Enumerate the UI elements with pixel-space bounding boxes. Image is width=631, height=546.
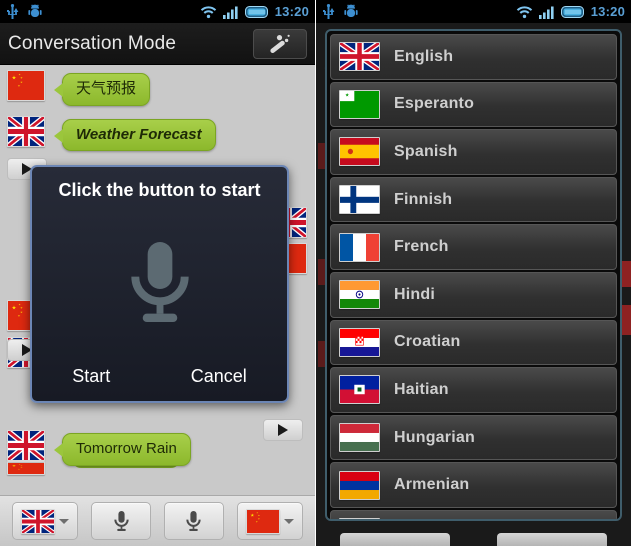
language-name: Hungarian [394,428,475,446]
background-bottom-bar [316,524,631,546]
language-name: Croatian [394,333,461,351]
status-bar-clock: 13:20 [274,4,309,19]
flag-gb [7,430,45,461]
message-bubble[interactable]: Weather Forecast [54,118,216,151]
flag-in [339,280,380,310]
microphone-icon [114,511,129,532]
start-button[interactable]: Start [72,366,110,387]
play-icon [278,424,288,436]
status-bar-left: 13:20 [0,0,315,23]
source-language-spinner[interactable] [12,502,79,540]
dialog-title: Click the button to start [58,180,261,200]
background-flag-sliver [621,305,631,335]
language-list[interactable]: English Esperanto Spanish Finnish French… [330,34,617,519]
chevron-down-icon [59,518,70,524]
language-list-item[interactable]: Esperanto [330,81,617,128]
bottom-tab[interactable] [497,533,608,546]
dialog-actions: Start Cancel [32,366,287,401]
screenshot-root: 13:20 Conversation Mode 天气预报 Weather For… [0,0,631,546]
play-button-right[interactable] [263,419,303,441]
dialog-mic-area[interactable] [32,201,287,366]
battery-icon [560,5,585,19]
background-flag-sliver [621,261,631,287]
flag-am [339,470,380,500]
language-name: Esperanto [394,95,475,113]
signal-icon [538,5,555,19]
language-list-item[interactable]: Hindi [330,271,617,318]
bottom-tab[interactable] [339,533,450,546]
message-bubble[interactable]: Tomorrow Rain [54,433,191,466]
language-list-item[interactable]: Indonesian [330,509,617,519]
title-bar: Conversation Mode [0,23,315,65]
status-bar-right: 13:20 [316,0,631,23]
right-phone-screen: 13:20 Conversation Mode [315,0,631,546]
usb-icon [322,4,335,19]
message-row[interactable]: 天气预报 [0,65,315,106]
language-name: French [394,238,449,256]
microphone-icon [186,511,201,532]
mic-button-left[interactable] [91,502,152,540]
language-list-item[interactable]: Spanish [330,129,617,175]
status-bar-right-icons: 13:20 [516,4,625,19]
status-bar-left-icons [322,4,358,19]
flag-fi [339,185,380,215]
language-list-item[interactable]: Hungarian [330,414,617,461]
wifi-icon [516,5,533,19]
bottom-toolbar [0,495,315,546]
magic-wand-icon [267,34,293,54]
status-bar-right-icons: 13:20 [200,4,309,19]
language-list-item[interactable]: Armenian [330,462,617,508]
target-language-spinner[interactable] [236,502,303,540]
flag-id [339,518,380,519]
android-debug-icon [28,4,42,19]
flag-eo [339,89,380,119]
left-phone-screen: 13:20 Conversation Mode 天气预报 Weather For… [0,0,315,546]
chevron-down-icon [283,518,294,524]
flag-gb [7,115,45,147]
flag-ht [339,375,380,405]
usb-icon [6,4,19,19]
page-title: Conversation Mode [8,32,177,54]
language-name: English [394,47,454,65]
flag-hu [339,423,380,453]
status-bar-left-icons [6,4,42,19]
wifi-icon [200,5,217,19]
flag-es [339,137,380,167]
language-picker-dialog[interactable]: English Esperanto Spanish Finnish French… [325,29,622,521]
start-recording-dialog: Click the button to start Start Cancel [30,165,289,403]
language-name: Finnish [394,190,453,208]
language-name: Haitian [394,380,449,398]
android-debug-icon [344,4,358,19]
flag-cn [7,461,45,475]
flag-gb [21,508,56,534]
battery-icon [244,5,269,19]
language-list-item[interactable]: Haitian [330,367,617,413]
flag-cn [245,508,280,534]
message-bubble[interactable]: 天气预报 [53,73,151,106]
signal-icon [222,5,239,19]
status-bar-clock: 13:20 [590,4,625,19]
message-row[interactable]: Tomorrow Rain [0,425,191,466]
language-name: Armenian [394,476,470,494]
flag-cn [7,70,45,101]
language-list-item[interactable]: Finnish [330,176,617,223]
flag-gb [339,42,380,72]
language-name: Spanish [394,142,458,160]
language-list-item[interactable]: English [330,34,617,80]
cancel-button[interactable]: Cancel [191,366,247,387]
language-name: Hindi [394,285,435,303]
language-list-item[interactable]: Croatian [330,319,617,366]
flag-hr [339,327,380,357]
magic-wand-button[interactable] [253,28,307,59]
mic-button-right[interactable] [163,502,224,540]
microphone-icon [130,242,190,326]
language-list-item[interactable]: French [330,224,617,270]
message-row[interactable]: Weather Forecast [0,106,315,151]
flag-fr [339,232,380,262]
